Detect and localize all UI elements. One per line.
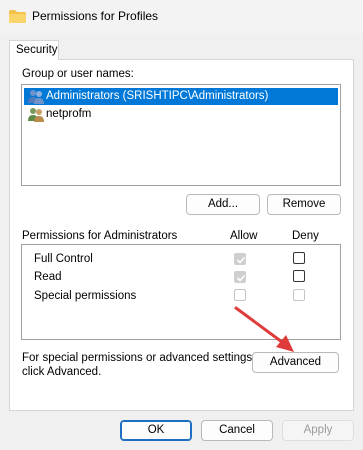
tab-security-label: Security	[16, 44, 58, 56]
ok-button[interactable]: OK	[120, 420, 192, 441]
check-icon	[236, 274, 246, 282]
deny-column-header: Deny	[292, 230, 319, 242]
allow-full-control-checkbox[interactable]	[234, 253, 246, 265]
permission-name: Special permissions	[34, 290, 137, 302]
permission-name: Full Control	[34, 253, 93, 265]
title-bar: Permissions for Profiles	[0, 0, 363, 33]
allow-special-permissions-checkbox[interactable]	[234, 289, 246, 301]
advanced-hint-line-2: click Advanced.	[22, 366, 102, 378]
advanced-hint-line-1: For special permissions or advanced sett…	[22, 352, 256, 364]
permission-name: Read	[34, 271, 62, 283]
window-title: Permissions for Profiles	[32, 9, 159, 23]
cancel-button[interactable]: Cancel	[201, 420, 273, 441]
apply-button[interactable]: Apply	[282, 420, 354, 441]
user-name: Administrators (SRISHTIPC\Administrators…	[46, 90, 269, 102]
allow-read-checkbox[interactable]	[234, 271, 246, 283]
add-button[interactable]: Add...	[186, 194, 260, 215]
permissions-header: Permissions for Administrators	[22, 230, 178, 242]
user-group-icon	[28, 90, 44, 104]
tab-security[interactable]: Security	[9, 40, 59, 60]
check-icon	[236, 256, 246, 264]
user-list[interactable]: Administrators (SRISHTIPC\Administrators…	[21, 84, 341, 186]
folder-icon	[9, 10, 26, 23]
deny-special-permissions-checkbox[interactable]	[293, 289, 305, 301]
user-name: netprofm	[46, 108, 92, 120]
list-item-administrators[interactable]: Administrators (SRISHTIPC\Administrators…	[24, 88, 338, 105]
user-icon	[28, 108, 44, 122]
deny-read-checkbox[interactable]	[293, 270, 305, 282]
list-item-netprofm[interactable]: netprofm	[24, 106, 338, 123]
deny-full-control-checkbox[interactable]	[293, 252, 305, 264]
allow-column-header: Allow	[230, 230, 258, 242]
group-or-user-names-label: Group or user names:	[22, 68, 134, 80]
remove-button[interactable]: Remove	[267, 194, 341, 215]
advanced-button[interactable]: Advanced	[252, 352, 339, 373]
permissions-list: Full Control Read Special permissions	[21, 244, 341, 340]
